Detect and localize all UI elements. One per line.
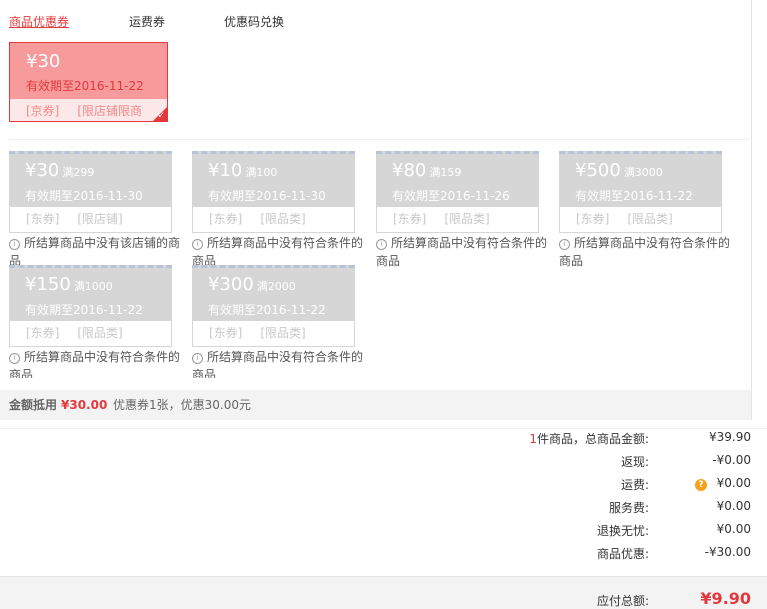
unavailable-coupon: ¥150 满1000 有效期至2016-11-22 [东券] [限品类]	[9, 265, 172, 347]
fee-row-cashback: 返现: -¥0.00	[0, 453, 767, 471]
unavailable-coupon: ¥10 满100 有效期至2016-11-30 [东券] [限品类]	[192, 151, 355, 233]
coupon-condition: 满100	[245, 166, 278, 179]
coupon-summary-bar: 金额抵用 ¥30.00 优惠券1张，优惠30.00元	[0, 390, 751, 420]
coupon-expiry: 有效期至2016-11-22	[26, 79, 144, 93]
info-icon: i	[9, 239, 20, 250]
coupon-unavailable-reason: i 所结算商品中没有符合条件的商品	[376, 236, 548, 268]
tab-promo-code[interactable]: 优惠码兑换	[224, 13, 284, 30]
coupon-amount: ¥30	[26, 51, 61, 72]
coupon-amount: ¥150	[25, 274, 71, 295]
section-divider	[9, 139, 749, 140]
info-icon: i	[559, 239, 570, 250]
coupon-condition: 满299	[62, 166, 95, 179]
summary-amount: ¥30.00	[61, 398, 108, 412]
coupon-unavailable-reason: i 所结算商品中没有符合条件的商品	[192, 350, 364, 378]
fee-value: ¥0.00	[716, 476, 751, 490]
help-icon[interactable]: ?	[695, 479, 707, 491]
fee-label: 运费:	[620, 478, 649, 492]
coupon-tag: [东券]	[209, 326, 243, 340]
coupon-tag: [限品类]	[627, 212, 673, 226]
tab-product-coupons[interactable]: 商品优惠券	[9, 13, 69, 30]
coupon-tag: [东券]	[26, 212, 60, 226]
check-icon: ✓	[157, 111, 165, 121]
coupon-unavailable-reason: i 所结算商品中没有符合条件的商品	[9, 350, 181, 378]
fee-value: ¥0.00	[716, 522, 751, 536]
info-icon: i	[192, 239, 203, 250]
coupon-condition: 满2000	[256, 280, 296, 293]
coupon-tag: [东券]	[393, 212, 427, 226]
coupon-amount: ¥10	[208, 160, 243, 181]
coupon-expiry: 有效期至2016-11-30	[25, 189, 143, 203]
summary-label: 金额抵用	[9, 398, 58, 412]
fee-value: ¥39.90	[709, 430, 751, 444]
item-count: 1	[529, 432, 537, 446]
fee-value: -¥30.00	[704, 545, 751, 559]
total-label: 应付总额:	[596, 594, 649, 608]
fee-row-service: 服务费: ¥0.00	[0, 499, 767, 517]
coupon-tag: [限品类]	[260, 326, 306, 340]
unavailable-coupon: ¥500 满3000 有效期至2016-11-22 [东券] [限品类]	[559, 151, 722, 233]
coupon-amount: ¥500	[575, 160, 621, 181]
coupon-tag: [限品类]	[77, 326, 123, 340]
coupon-unavailable-reason: i 所结算商品中没有该店铺的商品	[9, 236, 181, 266]
section-divider	[0, 428, 767, 429]
info-icon: i	[9, 353, 20, 364]
total-bar: 应付总额: ¥9.90	[0, 576, 767, 609]
info-icon: i	[192, 353, 203, 364]
coupon-expiry: 有效期至2016-11-30	[208, 189, 326, 203]
coupon-expiry: 有效期至2016-11-22	[25, 303, 143, 317]
fee-value: -¥0.00	[712, 453, 751, 467]
coupon-tag: [东券]	[26, 326, 60, 340]
selected-coupon[interactable]: ¥30 有效期至2016-11-22 [京券][限店铺限商品] ✓	[9, 42, 168, 122]
coupon-condition: 满159	[429, 166, 462, 179]
coupon-expiry: 有效期至2016-11-26	[392, 189, 510, 203]
total-amount: ¥9.90	[700, 589, 751, 608]
coupon-unavailable-reason: i 所结算商品中没有符合条件的商品	[559, 236, 731, 268]
coupon-condition: 满1000	[73, 280, 113, 293]
fee-row-shipping: 运费: ? ¥0.00	[0, 476, 767, 494]
fee-label: 件商品，总商品金额:	[536, 432, 649, 446]
coupon-condition: 满3000	[623, 166, 663, 179]
coupon-expiry: 有效期至2016-11-22	[208, 303, 326, 317]
unavailable-coupon: ¥30 满299 有效期至2016-11-30 [东券] [限店铺]	[9, 151, 172, 233]
coupon-expiry: 有效期至2016-11-22	[575, 189, 693, 203]
unavailable-coupon: ¥300 满2000 有效期至2016-11-22 [东券] [限品类]	[192, 265, 355, 347]
fee-row-discount: 商品优惠: -¥30.00	[0, 545, 767, 563]
coupon-tag: [限品类]	[260, 212, 306, 226]
coupon-amount: ¥30	[25, 160, 60, 181]
coupon-tag: [限品类]	[444, 212, 490, 226]
coupon-tag: [限店铺]	[77, 212, 123, 226]
coupon-amount: ¥300	[208, 274, 254, 295]
fee-value: ¥0.00	[716, 499, 751, 513]
coupon-amount: ¥80	[392, 160, 427, 181]
panel-right-border	[751, 0, 752, 420]
info-icon: i	[376, 239, 387, 250]
coupon-tag: [东券]	[576, 212, 610, 226]
coupon-tag: [京券]	[26, 104, 60, 118]
coupon-tag: [东券]	[209, 212, 243, 226]
unavailable-coupon: ¥80 满159 有效期至2016-11-26 [东券] [限品类]	[376, 151, 539, 233]
coupon-unavailable-reason: i 所结算商品中没有符合条件的商品	[192, 236, 364, 266]
summary-desc: 优惠券1张，优惠30.00元	[113, 398, 251, 412]
fee-row-return-insurance: 退换无忧: ¥0.00	[0, 522, 767, 540]
fee-label: 商品优惠:	[596, 547, 649, 561]
fee-label: 服务费:	[608, 501, 649, 515]
tab-shipping-coupons[interactable]: 运费券	[129, 13, 165, 30]
fee-label: 退换无忧:	[596, 524, 649, 538]
fee-row-subtotal: 1件商品，总商品金额: ¥39.90	[0, 430, 767, 448]
fee-label: 返现:	[620, 455, 649, 469]
